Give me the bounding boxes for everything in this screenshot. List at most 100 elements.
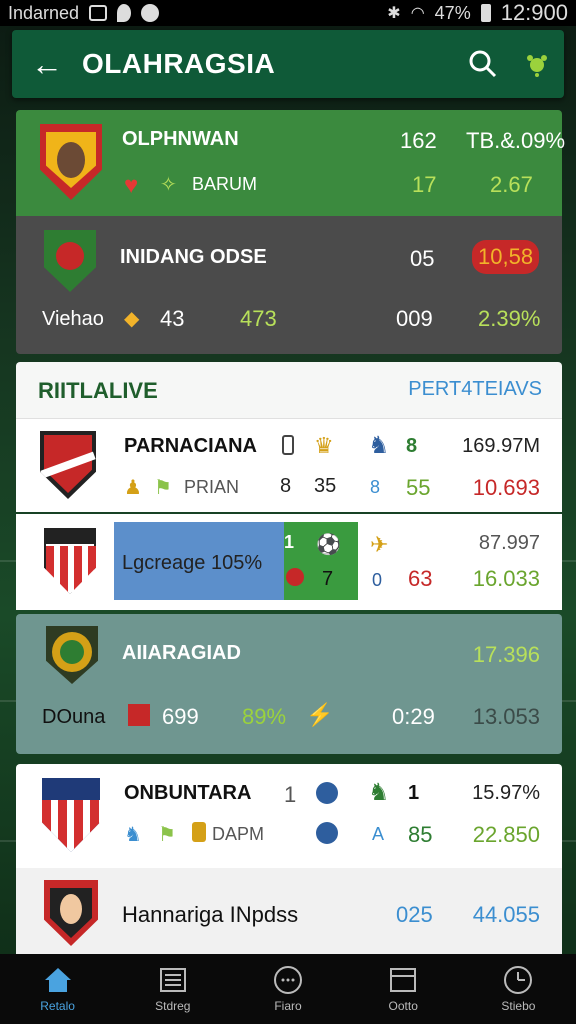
team-name: INIDANG ODSE (120, 246, 267, 268)
bluetooth-icon: ✱ (387, 5, 401, 22)
clock-time: 12:900 (500, 0, 568, 25)
team-badge (42, 778, 100, 852)
back-button[interactable]: ← (12, 30, 82, 98)
match-row[interactable]: Hannariga INpdss 025 44.055 (16, 868, 562, 954)
news-icon (158, 965, 188, 995)
stat-small: 35 (314, 475, 337, 497)
match-row[interactable]: PARNACIANA ♟ ⚑ PRIAN ♛ 8 35 ♞ 8 8 55 169… (16, 418, 562, 512)
team-sub: DAPM (212, 824, 265, 844)
card-icon (192, 822, 206, 842)
calendar-icon (388, 965, 418, 995)
team-badge (44, 528, 96, 594)
battery-icon (480, 4, 491, 22)
stat-value: 05 (410, 246, 435, 271)
team-badge (44, 230, 96, 292)
stat-value: 473 (240, 306, 277, 331)
stat-value: 17 (412, 172, 437, 197)
player-icon: ♟ (124, 477, 142, 499)
carrier-label: Indarned (8, 2, 80, 23)
nav-item-menu[interactable]: Fiaro (230, 954, 345, 1024)
stat-percent: 89% (242, 704, 287, 729)
stat-small: 7 (322, 568, 334, 590)
stat-value: 87.997 (478, 532, 540, 554)
running-icon: ⚑ (158, 824, 176, 846)
app-bar: ← OLAHRAGSIA (12, 30, 564, 98)
search-icon (469, 50, 497, 78)
score: 85 (408, 822, 433, 847)
nav-item-calendar[interactable]: Ootto (346, 954, 461, 1024)
card-icon (282, 435, 294, 455)
bug-button[interactable] (510, 30, 564, 98)
team-sub: Viehao (42, 308, 104, 330)
nav-label: Retalo (40, 999, 75, 1013)
nav-label: Stdreg (155, 999, 191, 1013)
see-all-link[interactable]: PERT4TEIAVS (408, 378, 542, 401)
match-card[interactable]: OLPHNWAN ♥ ✧ BARUM 162 TB.&.09% 17 2.67 (16, 110, 565, 216)
nav-item-news[interactable]: Stdreg (115, 954, 230, 1024)
arrow-left-icon: ← (31, 45, 63, 82)
score-small: 8 (370, 477, 381, 497)
diamond-icon: ◆ (124, 308, 140, 330)
match-row-highlighted[interactable]: AIIARAGIAD DOuna 699 89% ⚡ 0:29 17.396 1… (16, 614, 562, 754)
stat-value: 15.97% (472, 782, 540, 804)
kick-icon: ⚡ (306, 702, 334, 727)
match-card[interactable]: INIDANG ODSE Viehao ◆ 43 473 05 10,58 00… (16, 216, 562, 354)
team-badge (44, 880, 98, 946)
battery-percent: 47% (434, 2, 471, 23)
stat-small: 8 (280, 475, 292, 497)
bottom-nav: Retalo Stdreg Fiaro Ootto Stiebo (0, 954, 576, 1024)
team-name: Hannariga INpdss (122, 902, 299, 927)
team-dot-icon (316, 782, 338, 804)
stat-small: 1 (284, 532, 295, 552)
flag-icon (128, 704, 150, 726)
stat-value: 16.033 (472, 566, 540, 591)
nav-label: Stiebo (501, 999, 536, 1013)
score: 63 (408, 566, 433, 591)
stat-value: 44.055 (472, 902, 540, 927)
score-small: 0 (372, 570, 383, 590)
progress-label: Lgcreage 105% (122, 552, 263, 574)
score: 1 (408, 782, 420, 804)
search-button[interactable] (456, 30, 510, 98)
team-sub: BARUM (192, 174, 258, 194)
nav-item-home[interactable]: Retalo (0, 954, 115, 1024)
bug-icon (527, 55, 547, 77)
team-dot-icon (316, 822, 338, 844)
home-icon (43, 965, 73, 995)
team-sub: PRIAN (184, 477, 240, 497)
nav-item-clock[interactable]: Stiebo (461, 954, 576, 1024)
team-name: PARNACIANA (124, 435, 257, 457)
highlight-value: 10,58 (472, 240, 540, 274)
circle-menu-icon (273, 965, 303, 995)
stat-value: 2.67 (490, 172, 533, 197)
stat-value: 13.053 (472, 704, 540, 729)
wifi-icon: ◠ (410, 5, 425, 22)
team-badge (40, 124, 102, 200)
team-badge (46, 626, 98, 684)
team-name: OLPHNWAN (122, 128, 239, 150)
soccer-ball-icon: ⚽ (316, 534, 341, 556)
stat-value: 169.97M (462, 435, 540, 457)
settings-icon (141, 4, 160, 22)
match-time: 0:29 (392, 704, 435, 729)
team-name: AIIARAGIAD (122, 642, 241, 664)
player-icon: ✧ (160, 174, 177, 196)
running-icon: ⚑ (154, 477, 172, 499)
section-title: RIITLALIVE (38, 378, 158, 403)
stat-value: 22.850 (472, 822, 540, 847)
stat-percent: 2.39% (478, 306, 541, 331)
live-header: RIITLALIVE PERT4TEIAVS (16, 362, 562, 418)
match-row[interactable]: Lgcreage 105% 1 ⚽ 7 ✈ 0 63 87.997 16.033 (16, 514, 562, 610)
stat-value: 17.396 (472, 642, 540, 667)
page-title: OLAHRAGSIA (82, 48, 276, 79)
score: 55 (406, 475, 431, 500)
stat-value: 025 (396, 902, 433, 927)
trophy-icon: ♛ (314, 433, 334, 458)
stat-value: 43 (160, 306, 185, 331)
stat-value: 699 (162, 704, 199, 729)
nav-label: Ootto (388, 999, 418, 1013)
heart-icon: ♥ (124, 172, 139, 199)
match-row[interactable]: ONBUNTARA ♞ ⚑ DAPM 1 ♞ 1 A 85 15.97% 22.… (16, 764, 562, 868)
score: 8 (406, 435, 418, 457)
team-icon: ♞ (368, 432, 390, 459)
